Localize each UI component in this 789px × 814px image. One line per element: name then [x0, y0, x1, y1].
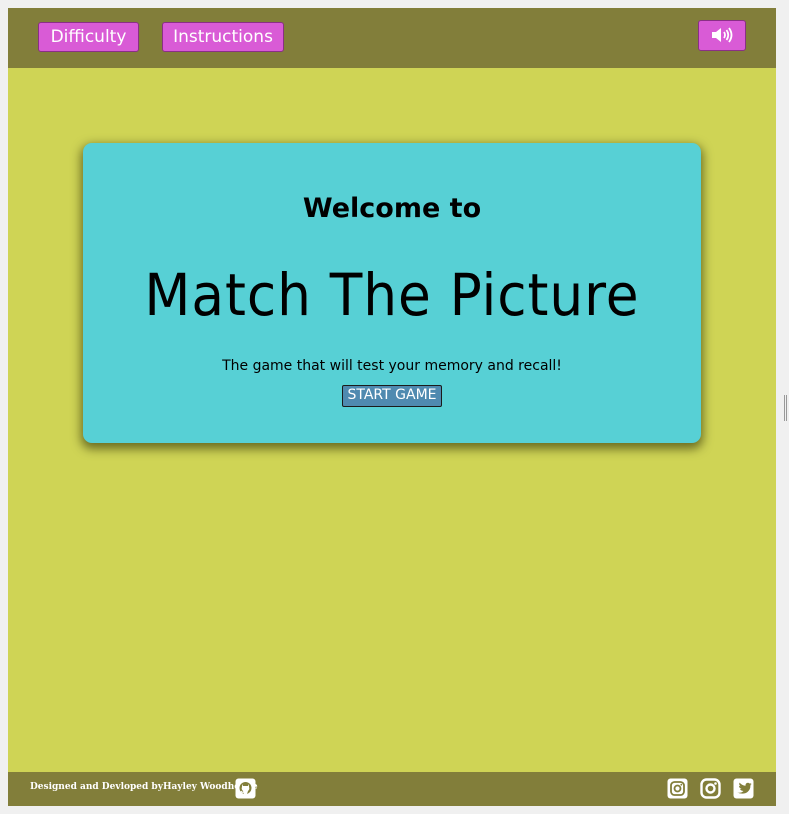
welcome-card: Welcome to Match The Picture The game th… [83, 143, 701, 443]
instructions-button[interactable]: Instructions [162, 22, 284, 52]
footer-bar: Designed and Devloped byHayley Woodhouse [8, 772, 776, 806]
page-frame: Difficulty Instructions Welcome to Match… [8, 8, 776, 806]
instagram-icon[interactable] [667, 778, 688, 799]
resize-handle[interactable] [784, 395, 787, 421]
twitter-icon[interactable] [733, 778, 754, 799]
start-game-button[interactable]: START GAME [342, 385, 442, 407]
credit-text: Designed and Devloped byHayley Woodhouse [30, 782, 258, 792]
tagline-text: The game that will test your memory and … [222, 358, 562, 374]
welcome-heading: Welcome to [302, 193, 482, 224]
sound-toggle-button[interactable] [698, 20, 746, 51]
game-title: Match The Picture [144, 261, 640, 329]
github-icon[interactable] [235, 778, 256, 799]
top-nav-bar: Difficulty Instructions [8, 8, 776, 68]
difficulty-button[interactable]: Difficulty [38, 22, 139, 52]
instagram-icon[interactable] [700, 778, 721, 799]
volume-icon [712, 27, 733, 43]
